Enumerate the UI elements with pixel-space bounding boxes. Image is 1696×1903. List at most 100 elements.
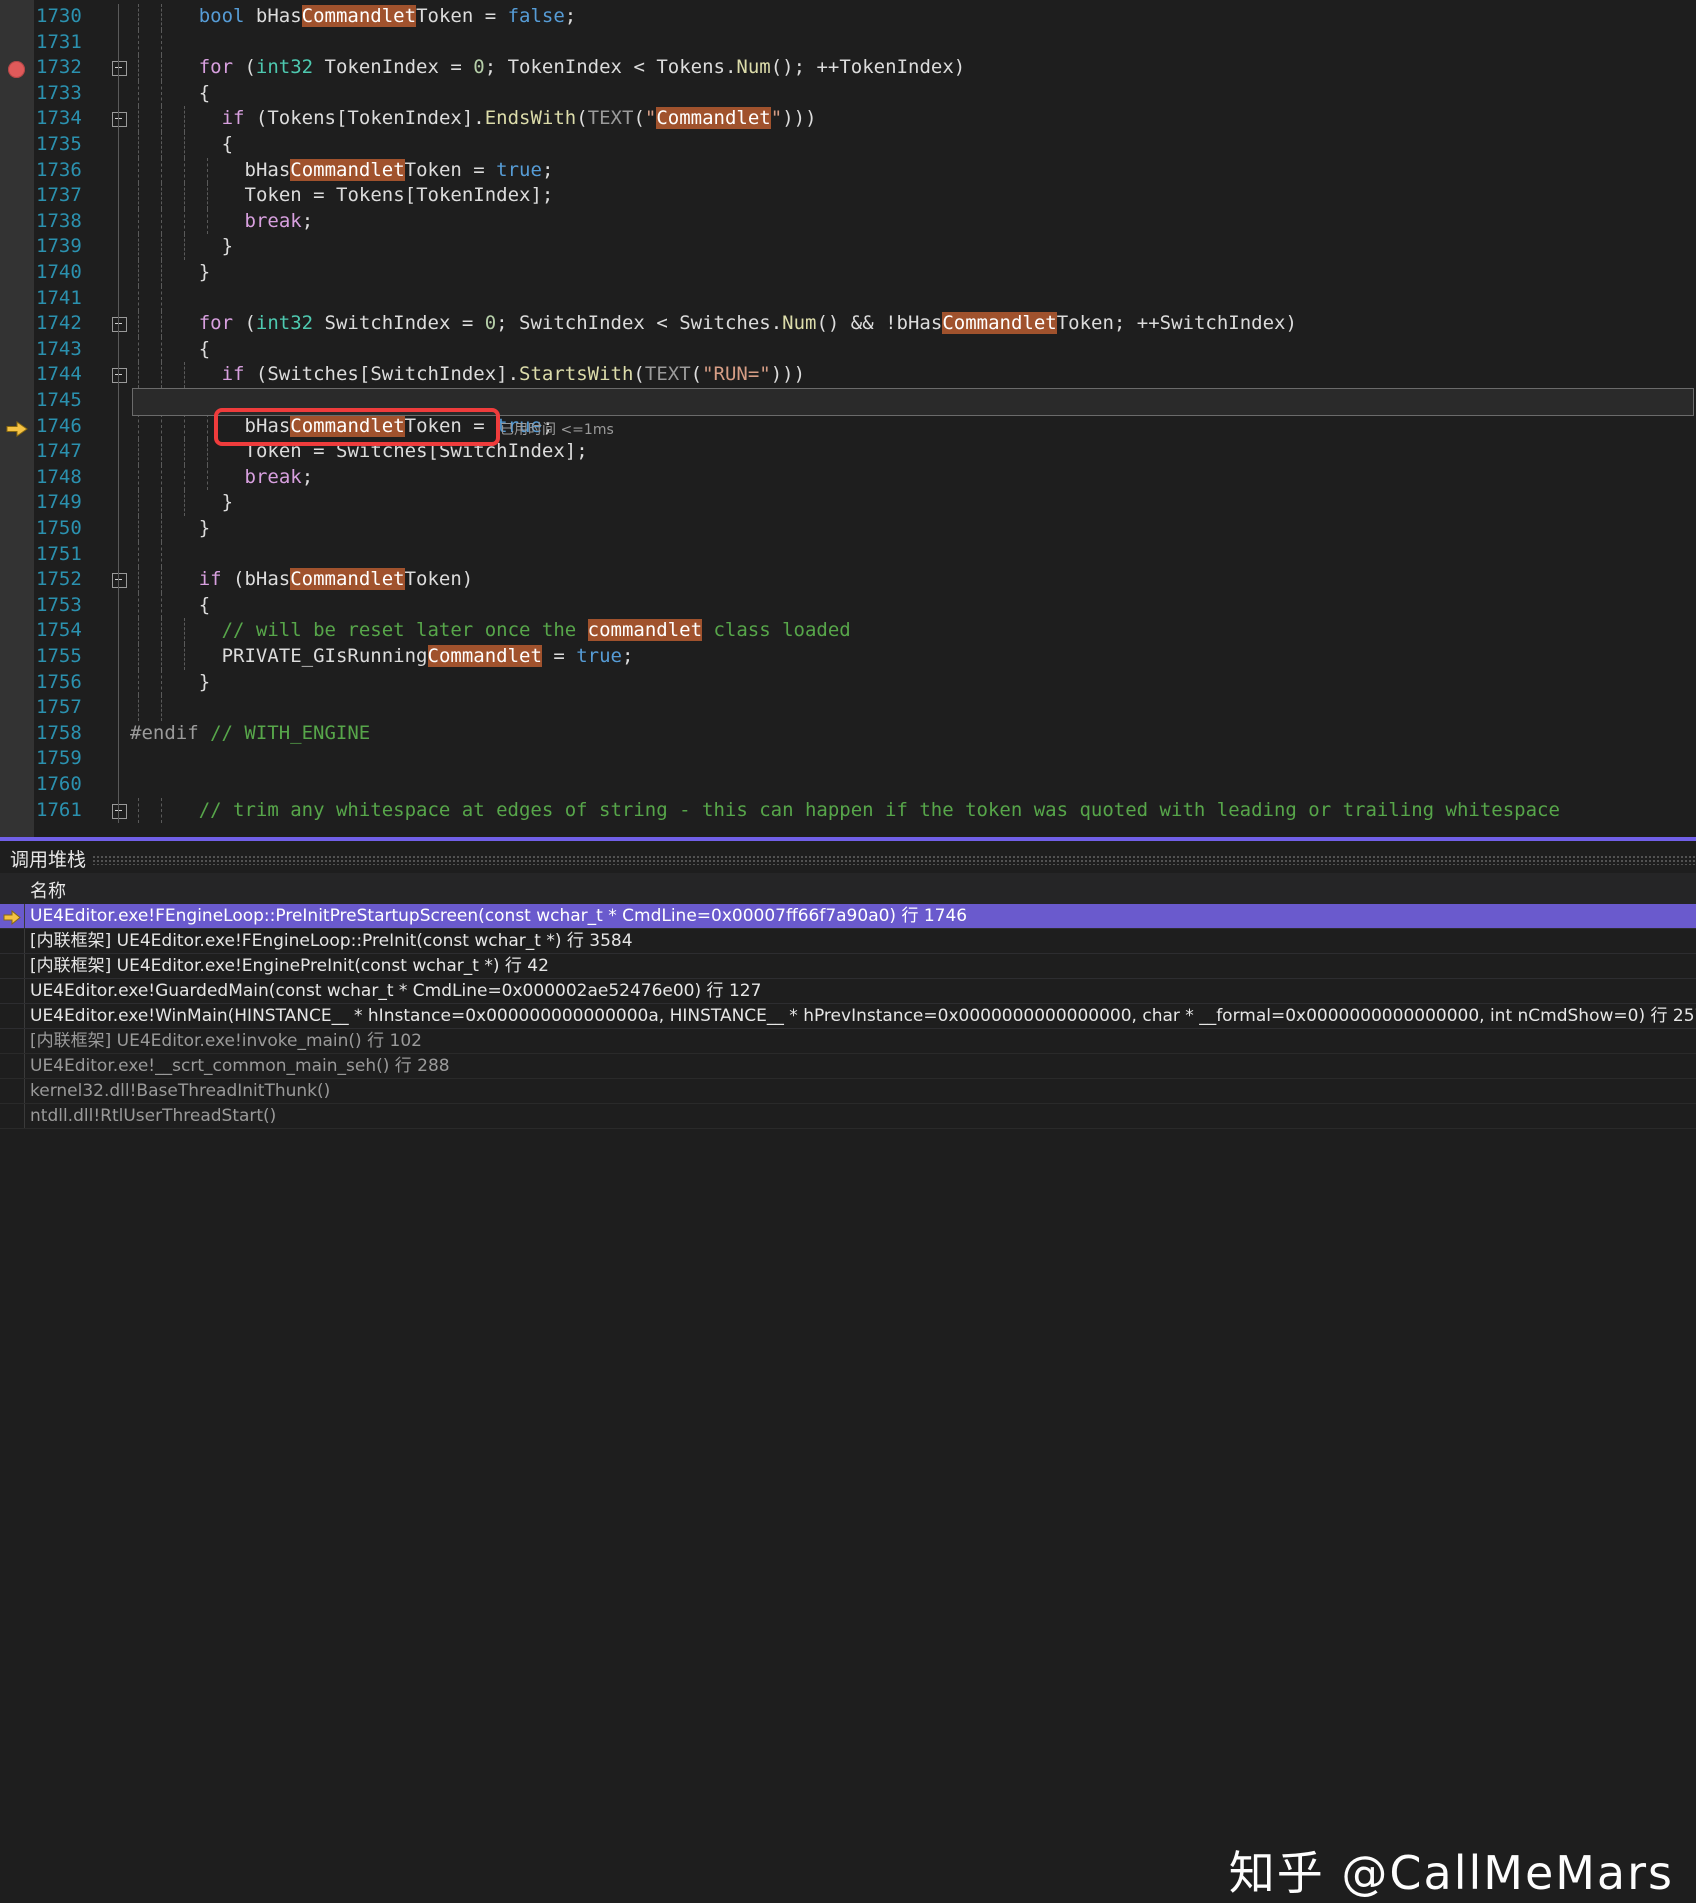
line-gutter-cell[interactable] [0, 362, 34, 388]
fold-toggle-icon[interactable] [112, 61, 127, 76]
outlining-guide [118, 465, 119, 491]
code-token: < [633, 56, 644, 78]
code-token: Token = Switches[SwitchIndex]; [245, 440, 588, 462]
line-gutter-cell[interactable] [0, 55, 34, 81]
line-number: 1737 [36, 183, 80, 209]
line-gutter-cell[interactable] [0, 465, 34, 491]
line-number: 1740 [36, 260, 80, 286]
line-number: 1743 [36, 337, 80, 363]
outlining-guide [118, 439, 119, 465]
fold-toggle-icon[interactable] [112, 112, 127, 127]
line-gutter-cell[interactable] [0, 106, 34, 132]
line-gutter-cell[interactable] [0, 593, 34, 619]
call-stack-row[interactable]: UE4Editor.exe!__scrt_common_main_seh() 行… [0, 1054, 1696, 1079]
indent-guide [161, 695, 162, 721]
line-gutter-cell[interactable] [0, 209, 34, 235]
fold-toggle-icon[interactable] [112, 368, 127, 383]
call-stack-row[interactable]: ntdll.dll!RtlUserThreadStart() [0, 1104, 1696, 1129]
outlining-guide [118, 516, 119, 542]
code-token: (); ++TokenIndex) [771, 56, 965, 78]
call-stack-row[interactable]: [内联框架] UE4Editor.exe!EnginePreInit(const… [0, 954, 1696, 979]
outlining-guide [118, 542, 119, 568]
line-gutter-cell[interactable] [0, 670, 34, 696]
call-stack-rows[interactable]: UE4Editor.exe!FEngineLoop::PreInitPreSta… [0, 904, 1696, 1129]
line-gutter-cell[interactable] [0, 721, 34, 747]
line-gutter-cell[interactable] [0, 337, 34, 363]
line-number: 1734 [36, 106, 80, 132]
line-gutter-cell[interactable] [0, 695, 34, 721]
fold-toggle-icon[interactable] [112, 573, 127, 588]
code-token [244, 5, 255, 27]
line-gutter-cell[interactable] [0, 798, 34, 824]
code-token: break [245, 466, 302, 488]
line-number: 1741 [36, 286, 80, 312]
outlining-guide [118, 337, 119, 363]
outlining-guide [118, 772, 119, 798]
call-stack-row[interactable]: UE4Editor.exe!WinMain(HINSTANCE__ * hIns… [0, 1004, 1696, 1029]
code-token: { [199, 338, 210, 360]
line-gutter-cell[interactable] [0, 260, 34, 286]
highlighted-token: Commandlet [302, 5, 416, 27]
stack-frame-marker-cell [0, 1079, 25, 1103]
fold-toggle-icon[interactable] [112, 804, 127, 819]
line-gutter-cell[interactable] [0, 542, 34, 568]
call-stack-row[interactable]: [内联框架] UE4Editor.exe!invoke_main() 行 102 [0, 1029, 1696, 1054]
code-token: // trim any whitespace at edges of strin… [199, 799, 1560, 821]
code-token: Token = Tokens[TokenIndex]; [245, 184, 554, 206]
code-token: int32 [256, 56, 313, 78]
line-gutter-cell[interactable] [0, 618, 34, 644]
code-editor[interactable]: 1730bool bHasCommandletToken = false;173… [0, 0, 1696, 837]
highlighted-token: Commandlet [290, 415, 404, 437]
panel-drag-dots[interactable] [92, 855, 1696, 865]
line-number: 1733 [36, 81, 80, 107]
line-gutter-cell[interactable] [0, 746, 34, 772]
line-gutter-cell[interactable] [0, 388, 34, 414]
line-gutter-cell[interactable] [0, 286, 34, 312]
breakpoint-icon[interactable] [8, 61, 25, 78]
call-stack-column-header[interactable]: 名称 [0, 873, 1696, 905]
line-gutter-cell[interactable] [0, 439, 34, 465]
outlining-guide [118, 362, 119, 388]
code-token: if [199, 568, 222, 590]
line-number: 1745 [36, 388, 80, 414]
call-stack-panel[interactable]: 调用堆栈 名称 UE4Editor.exe!FEngineLoop::PreIn… [0, 837, 1696, 1186]
line-gutter-cell[interactable] [0, 644, 34, 670]
line-gutter-cell[interactable] [0, 490, 34, 516]
line-number: 1746 [36, 414, 80, 440]
call-stack-title: 调用堆栈 [10, 845, 86, 872]
call-stack-row[interactable]: kernel32.dll!BaseThreadInitThunk() [0, 1079, 1696, 1104]
stack-frame-marker-cell [0, 1029, 25, 1053]
code-text: } [130, 490, 233, 516]
line-gutter-cell[interactable] [0, 567, 34, 593]
line-gutter-cell[interactable] [0, 132, 34, 158]
call-stack-row[interactable]: UE4Editor.exe!GuardedMain(const wchar_t … [0, 979, 1696, 1004]
line-number: 1736 [36, 158, 80, 184]
code-token: for [199, 56, 233, 78]
line-gutter-cell[interactable] [0, 183, 34, 209]
line-gutter-cell[interactable] [0, 158, 34, 184]
code-token: ( [633, 363, 644, 385]
line-gutter-cell[interactable] [0, 516, 34, 542]
code-text: { [130, 132, 233, 158]
code-text: bool bHasCommandletToken = false; [130, 4, 576, 30]
outlining-guide [118, 234, 119, 260]
line-gutter-cell[interactable] [0, 81, 34, 107]
highlighted-token: Commandlet [656, 107, 770, 129]
code-text: Token = Switches[SwitchIndex]; [130, 439, 588, 465]
code-token: { [199, 82, 210, 104]
code-token: (bHas [222, 568, 291, 590]
line-gutter-cell[interactable] [0, 4, 34, 30]
line-gutter-cell[interactable] [0, 311, 34, 337]
line-gutter-cell[interactable] [0, 772, 34, 798]
line-number: 1750 [36, 516, 80, 542]
code-token: for [199, 312, 233, 334]
code-token: ( [691, 363, 702, 385]
line-gutter-cell[interactable] [0, 414, 34, 440]
line-gutter-cell[interactable] [0, 30, 34, 56]
line-number: 1751 [36, 542, 80, 568]
call-stack-row[interactable]: [内联框架] UE4Editor.exe!FEngineLoop::PreIni… [0, 929, 1696, 954]
line-gutter-cell[interactable] [0, 234, 34, 260]
fold-toggle-icon[interactable] [112, 317, 127, 332]
call-stack-row[interactable]: UE4Editor.exe!FEngineLoop::PreInitPreSta… [0, 904, 1696, 929]
code-text: if (Switches[SwitchIndex].StartsWith(TEX… [130, 362, 805, 388]
